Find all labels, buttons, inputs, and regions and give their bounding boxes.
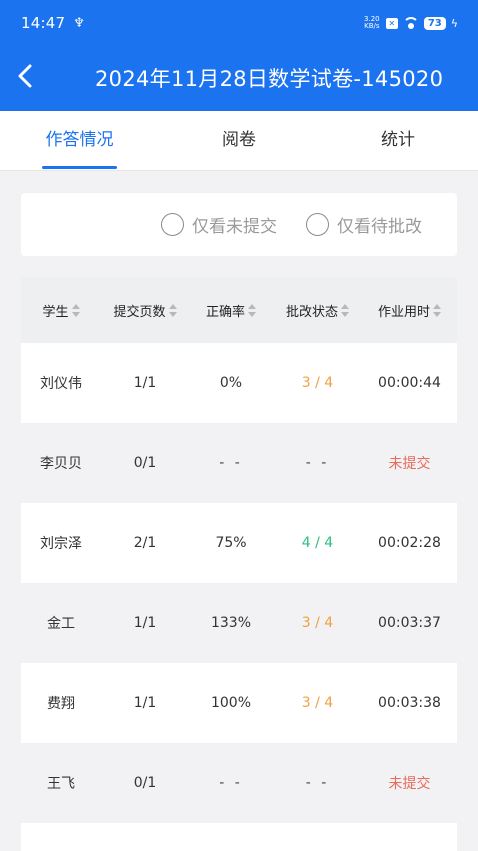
column-header-time[interactable]: 作业用时	[362, 301, 457, 320]
submitted-pages: 1/1	[133, 375, 157, 391]
column-header-grading-status[interactable]: 批改状态	[273, 301, 362, 320]
table-row[interactable]: 金工 1/1 133% 3 / 4 00:03:37	[21, 583, 457, 663]
column-header-label: 批改状态	[285, 304, 338, 320]
header: 14:47 ♆ 3.20 KB/s ✕ 73 ϟ 2024年11月28日数学试卷…	[0, 0, 478, 111]
tab-statistics[interactable]: 统计	[354, 111, 442, 171]
network-speed: 3.20 KB/s	[363, 16, 381, 30]
student-name: 刘仪伟	[40, 376, 82, 392]
student-name: 费翔	[47, 696, 75, 712]
submitted-pages: 2/1	[133, 535, 157, 551]
sort-icon	[341, 303, 349, 317]
usb-icon: ♆	[73, 15, 85, 31]
grading-status: 3 / 4	[301, 615, 334, 631]
student-name: 刘宗泽	[40, 536, 82, 552]
charging-icon: ϟ	[450, 16, 458, 30]
filter-panel: 仅看未提交 仅看待批改	[21, 193, 457, 256]
submitted-pages: 0/1	[133, 455, 157, 471]
active-tab-indicator	[42, 166, 117, 169]
status-icons: 3.20 KB/s ✕ 73 ϟ	[363, 16, 458, 30]
time-spent: 00:00:44	[378, 375, 441, 391]
table-row[interactable]: 费翔 1/1 100% 3 / 4 00:03:38	[21, 663, 457, 743]
tab-grading[interactable]: 阅卷	[195, 111, 283, 171]
table-row[interactable]: 李贝贝 0/1 - - - - 未提交	[21, 423, 457, 503]
column-header-label: 学生	[42, 304, 69, 320]
column-header-pages[interactable]: 提交页数	[101, 301, 189, 320]
column-header-student[interactable]: 学生	[21, 301, 101, 320]
submitted-pages: 0/1	[133, 775, 157, 791]
network-speed-unit: KB/s	[364, 22, 380, 30]
table-row[interactable]: 刘仪伟 1/1 0% 3 / 4 00:00:44	[21, 343, 457, 423]
accuracy: 0%	[219, 375, 243, 391]
radio-unchecked-icon[interactable]	[306, 213, 329, 236]
grading-status: 3 / 4	[301, 695, 334, 711]
filter-only-pending-grading[interactable]: 仅看待批改	[306, 211, 422, 238]
submitted-pages: 1/1	[133, 695, 157, 711]
sort-icon	[248, 303, 256, 317]
time-spent: 00:03:38	[378, 695, 441, 711]
sim-box-icon: ✕	[385, 17, 398, 29]
time-spent: 未提交	[388, 776, 431, 792]
column-header-label: 正确率	[205, 304, 245, 320]
student-table: 学生 提交页数 正确率 批改状态 作业用时 刘仪伟 1/1 0% 3 / 4 0…	[21, 277, 457, 851]
grading-status: 4 / 4	[301, 535, 334, 551]
accuracy: - -	[219, 775, 243, 791]
sort-icon	[168, 303, 177, 317]
column-header-accuracy[interactable]: 正确率	[189, 301, 273, 320]
radio-unchecked-icon[interactable]	[161, 213, 184, 236]
accuracy: 75%	[215, 535, 247, 551]
student-name: 李贝贝	[40, 456, 82, 472]
back-button[interactable]	[9, 60, 41, 92]
filter-only-pending-grading-label: 仅看待批改	[337, 217, 422, 237]
accuracy: - -	[219, 455, 243, 471]
accuracy: 100%	[210, 695, 252, 711]
sort-icon	[71, 303, 80, 317]
column-header-label: 提交页数	[113, 304, 166, 320]
status-bar: 14:47 ♆ 3.20 KB/s ✕ 73 ϟ	[0, 0, 478, 46]
student-name: 金工	[47, 616, 75, 632]
battery-icon: 73	[423, 16, 446, 30]
table-header: 学生 提交页数 正确率 批改状态 作业用时	[21, 277, 457, 343]
page-title: 2024年11月28日数学试卷-145020	[95, 67, 444, 91]
time-spent: 00:02:28	[378, 535, 441, 551]
clock: 14:47	[21, 14, 66, 32]
table-row[interactable]: 刘宗泽 2/1 75% 4 / 4 00:02:28	[21, 503, 457, 583]
app-bar: 2024年11月28日数学试卷-145020	[0, 46, 478, 111]
table-row[interactable]	[21, 823, 457, 851]
column-header-label: 作业用时	[377, 304, 430, 320]
grading-status: - -	[305, 455, 330, 471]
student-name: 王飞	[47, 776, 75, 792]
sort-icon	[433, 303, 441, 317]
filter-only-unsubmitted[interactable]: 仅看未提交	[161, 211, 277, 238]
tab-bar: 作答情况 阅卷 统计	[0, 111, 478, 171]
wifi-icon	[402, 17, 419, 29]
filter-only-unsubmitted-label: 仅看未提交	[192, 217, 277, 237]
tab-answer-status[interactable]: 作答情况	[30, 111, 129, 171]
time-spent: 未提交	[388, 456, 431, 472]
table-row[interactable]: 王飞 0/1 - - - - 未提交	[21, 743, 457, 823]
submitted-pages: 1/1	[133, 615, 157, 631]
grading-status: 3 / 4	[301, 375, 334, 391]
accuracy: 133%	[210, 615, 252, 631]
chevron-left-icon	[18, 64, 32, 88]
grading-status: - -	[305, 775, 330, 791]
time-spent: 00:03:37	[378, 615, 441, 631]
